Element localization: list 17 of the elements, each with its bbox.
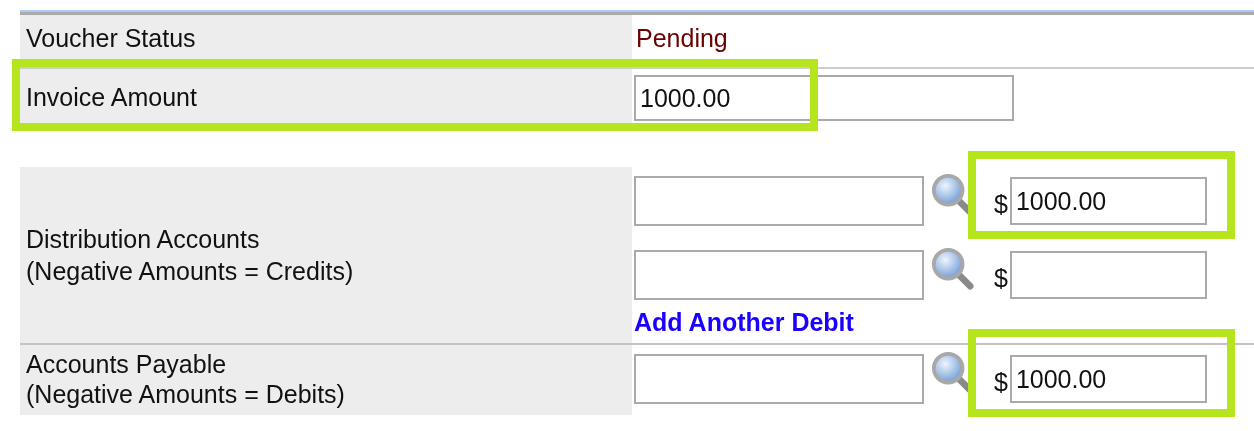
status-value: Pending	[636, 23, 728, 53]
field-label: Voucher Status	[20, 15, 632, 61]
search-icon[interactable]	[930, 246, 974, 290]
amount-field[interactable]	[1009, 251, 1207, 299]
account-field[interactable]	[634, 176, 924, 226]
field-label: Invoice Amount	[20, 69, 632, 125]
add-debit-link[interactable]: Add Another Debit	[634, 307, 854, 337]
amount-field[interactable]: 1000.00	[1009, 355, 1207, 403]
account-field[interactable]	[634, 250, 924, 300]
field-label: Accounts Payable (Negative Amounts = Debits)	[20, 345, 632, 415]
invoice-amount-field[interactable]: 1000.00	[634, 75, 1014, 121]
account-field[interactable]	[634, 354, 924, 404]
currency-sign: $	[994, 263, 1008, 293]
amount-field[interactable]: 1000.00	[1009, 177, 1207, 225]
currency-sign: $	[994, 367, 1008, 397]
currency-sign: $	[994, 189, 1008, 219]
field-label: Distribution Accounts (Negative Amounts = Credits)	[20, 167, 632, 343]
